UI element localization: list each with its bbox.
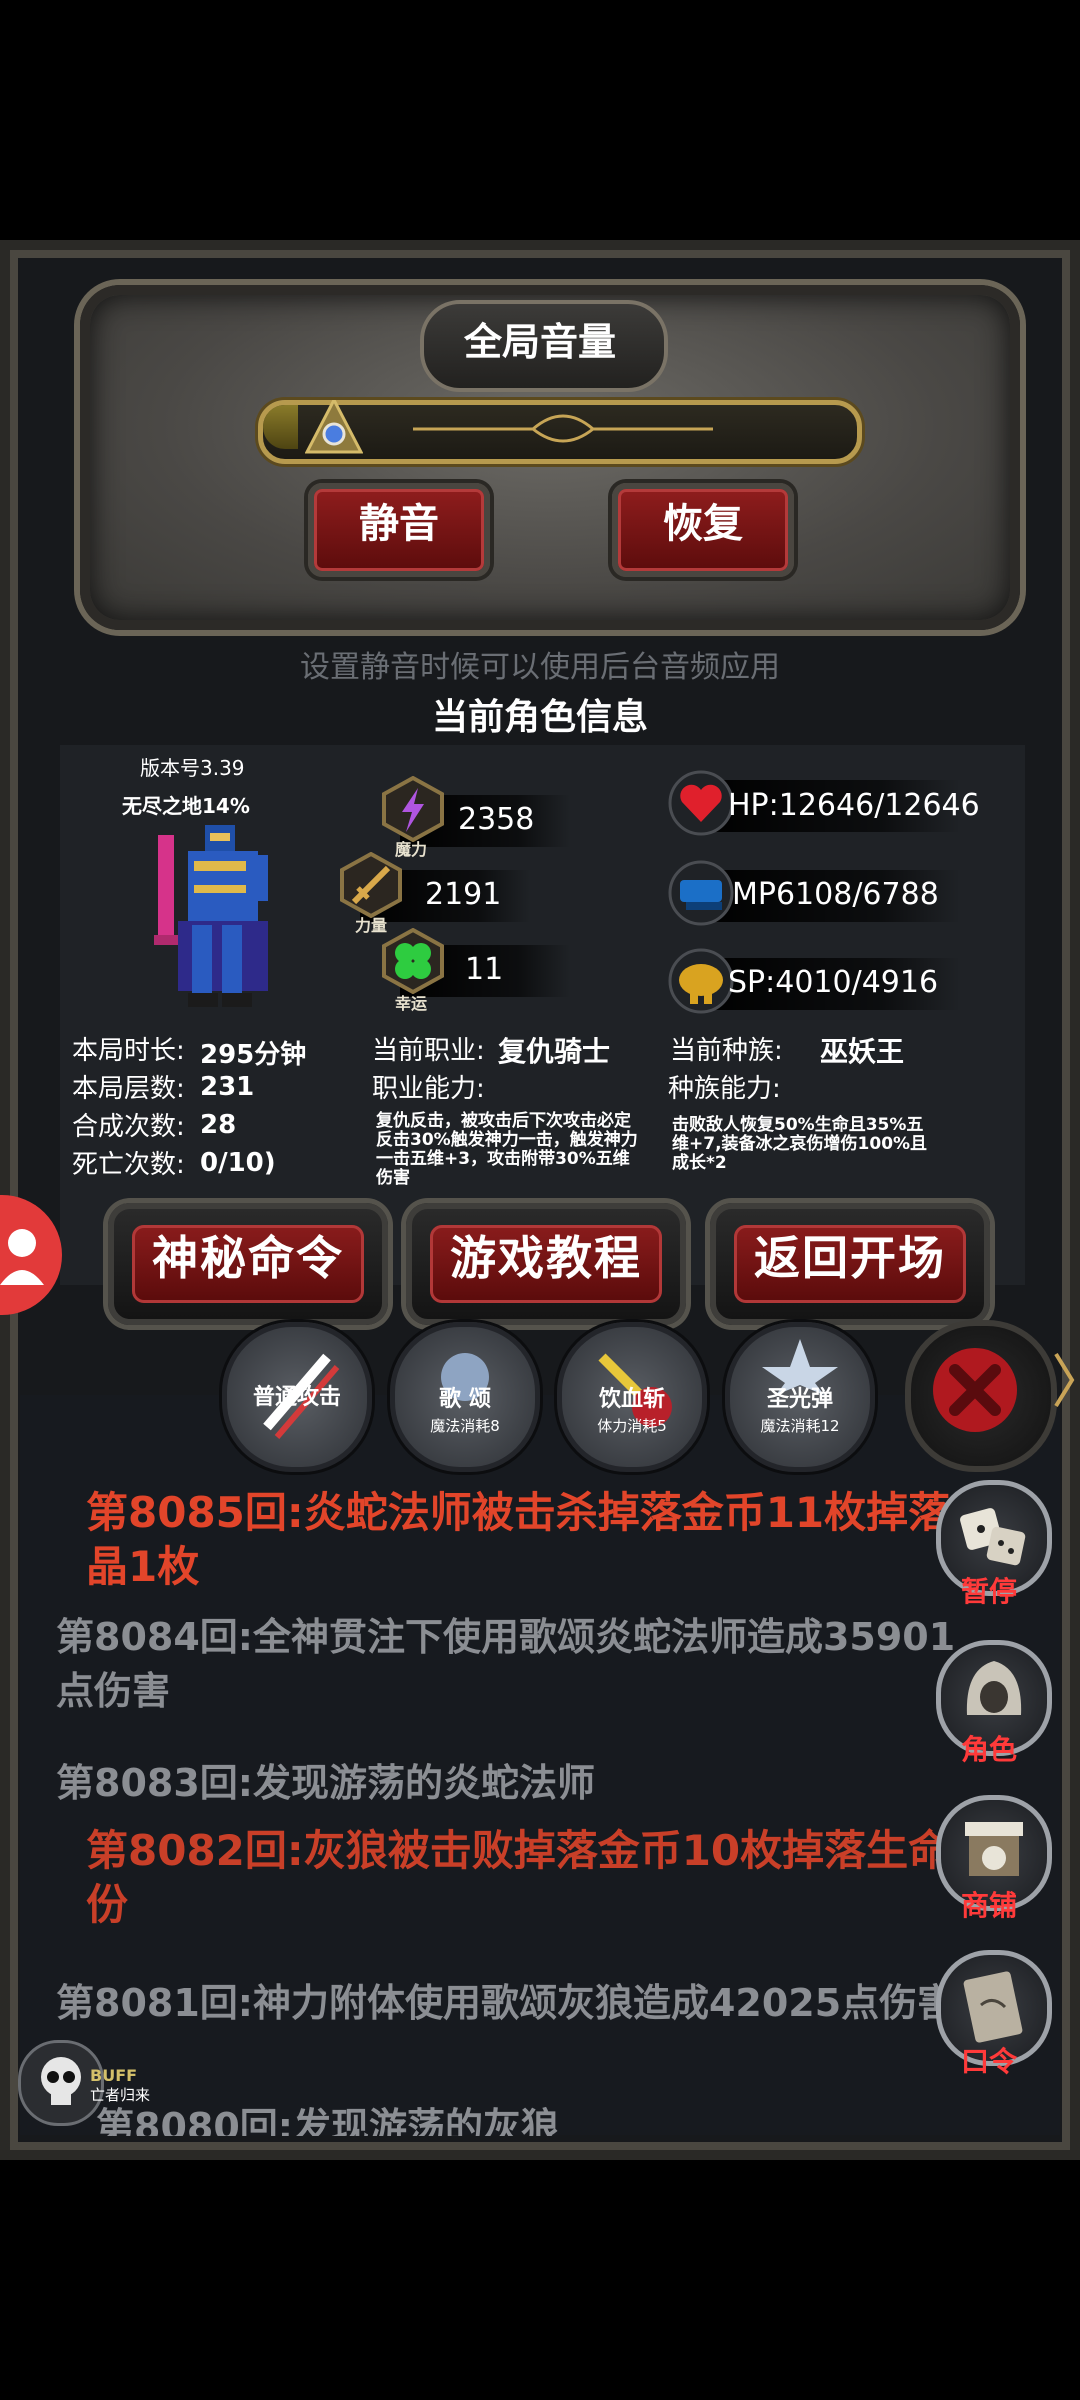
strength-value: 2191 [425, 877, 502, 912]
mana-book-icon [668, 860, 734, 926]
back-to-start-button[interactable]: 返回开场 [710, 1203, 990, 1325]
log-entry: 第8080回:发现游荡的灰狼 [96, 2105, 559, 2136]
job-ability-label: 职业能力: [372, 1074, 485, 1104]
character-sprite-icon [154, 825, 268, 1007]
tutorial-button[interactable]: 游戏教程 [406, 1203, 686, 1325]
zone-progress: 无尽之地14% [122, 794, 250, 818]
skill-holy-bolt[interactable]: 圣光弹 魔法消耗12 [725, 1322, 875, 1472]
command-label: 口令 [960, 2045, 1017, 2078]
close-icon [933, 1348, 1017, 1432]
log-entry: 第8083回:发现游荡的炎蛇法师 [56, 1761, 595, 1805]
luck-value: 11 [465, 952, 504, 987]
race-ability-label: 种族能力: [668, 1074, 781, 1104]
death-value: 0/10) [200, 1148, 276, 1178]
close-skills-button[interactable] [905, 1320, 1057, 1472]
volume-title: 全局音量 [463, 320, 616, 364]
heart-icon [668, 770, 734, 836]
floors-value: 231 [200, 1072, 255, 1102]
time-value: 295分钟 [200, 1040, 307, 1070]
buff-name: 亡者归来 [90, 2086, 151, 2104]
skill-cost: 体力消耗5 [597, 1417, 667, 1435]
mute-button[interactable]: 静音 [308, 483, 490, 577]
skill-blood-slash[interactable]: 饮血斩 体力消耗5 [557, 1322, 707, 1472]
race-value: 巫妖王 [820, 1035, 905, 1068]
magic-value: 2358 [458, 802, 535, 837]
role-label: 角色 [960, 1733, 1017, 1766]
pause-label: 暂停 [960, 1575, 1017, 1608]
craft-value: 28 [200, 1110, 237, 1140]
volume-hint: 设置静音时候可以使用后台音频应用 [300, 650, 780, 685]
skill-cost: 魔法消耗12 [760, 1417, 840, 1435]
hp-value: HP:12646/12646 [728, 788, 980, 823]
shop-label: 商铺 [960, 1889, 1017, 1922]
job-label: 当前职业: [372, 1036, 485, 1066]
skull-icon [41, 2057, 81, 2105]
skill-cost: 魔法消耗8 [430, 1417, 500, 1435]
skill-name: 普通攻击 [252, 1385, 341, 1410]
buff-title: BUFF [90, 2066, 138, 2085]
log-entry: 第8084回:全神贯注下使用歌颂炎蛇法师造成35901点伤害 [56, 1615, 956, 1713]
secret-command-button[interactable]: 神秘命令 [108, 1203, 388, 1325]
luck-badge-label: 幸运 [395, 994, 428, 1013]
luck-clover-icon [382, 928, 444, 994]
secret-command-label: 神秘命令 [132, 1225, 364, 1303]
log-entry: 第8082回:灰狼被击败掉落金币10枚掉落生命份 [86, 1826, 951, 1929]
version-label: 版本号3.39 [140, 756, 245, 780]
job-value: 复仇骑士 [498, 1035, 611, 1068]
profile-tab[interactable] [0, 1195, 62, 1315]
race-label: 当前种族: [670, 1036, 783, 1066]
tutorial-label: 游戏教程 [430, 1225, 662, 1303]
time-label: 本局时长: [72, 1036, 185, 1066]
volume-knob-icon[interactable] [305, 400, 363, 454]
floors-label: 本局层数: [72, 1074, 185, 1104]
log-entry: 第8081回:神力附体使用歌颂灰狼造成42025点伤害 [56, 1981, 956, 2025]
skill-name: 圣光弹 [766, 1387, 833, 1412]
slider-ornament-icon [413, 414, 713, 443]
strength-sword-icon [340, 852, 402, 918]
skill-name: 歌 颂 [439, 1387, 491, 1412]
skill-ode[interactable]: 歌 颂 魔法消耗8 [390, 1322, 540, 1472]
death-label: 死亡次数: [72, 1150, 185, 1180]
back-to-start-label: 返回开场 [734, 1225, 966, 1303]
magic-lightning-icon [382, 776, 444, 842]
chevron-right-icon[interactable] [1052, 1350, 1076, 1410]
character-section-title: 当前角色信息 [431, 697, 648, 738]
skill-normal-attack[interactable]: 普通攻击 [222, 1322, 372, 1472]
craft-label: 合成次数: [72, 1112, 185, 1142]
skill-name: 饮血斩 [598, 1387, 665, 1412]
race-ability-desc: 击败敌人恢复50%生命且35%五维+7,装备冰之哀伤增伤100%且成长*2 [672, 1115, 928, 1173]
log-entry: 第8085回:炎蛇法师被击杀掉落金币11枚掉落晶1枚 [86, 1488, 951, 1591]
sp-value: SP:4010/4916 [728, 965, 939, 1000]
restore-button[interactable]: 恢复 [612, 483, 794, 577]
mp-value: MP6108/6788 [732, 877, 939, 912]
user-icon [0, 1229, 44, 1285]
job-ability-desc: 复仇反击，被攻击后下次攻击必定反击30%触发神力一击，触发神力一击五维+3，攻击… [376, 1111, 638, 1188]
stamina-muscle-icon [668, 948, 734, 1014]
